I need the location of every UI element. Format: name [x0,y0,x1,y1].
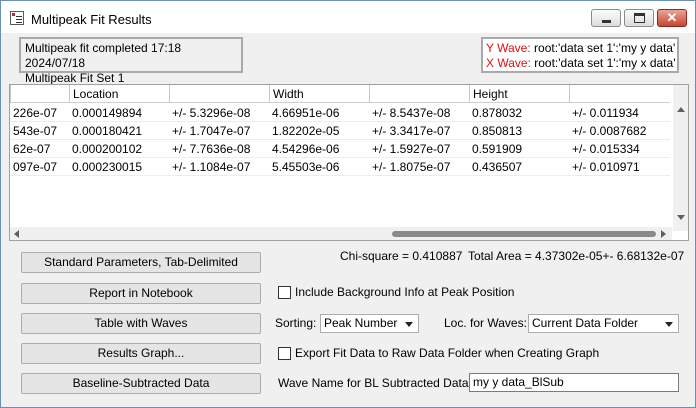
table-cell: +/- 0.011934 [572,106,639,120]
table-cell: +/- 5.3296e-08 [172,106,251,120]
close-button[interactable]: ✕ [657,9,687,27]
table-cell: +/- 8.5437e-08 [372,106,451,120]
table-row[interactable]: 226e-07 0.000149894 +/- 5.3296e-08 4.669… [10,104,670,122]
results-table[interactable]: Location Width Height 226e-07 0.00014989… [9,84,689,241]
column-header[interactable] [10,85,69,103]
table-cell: 62e-07 [13,142,51,156]
table-cell: 0.878032 [472,106,523,120]
table-cell: 4.66951e-06 [272,106,340,120]
table-cell: +/- 0.0087682 [572,124,647,138]
column-header[interactable] [169,85,269,103]
scroll-down-arrow-icon[interactable] [677,215,685,220]
table-cell: 0.000230015 [72,160,143,174]
wave-name-label: Wave Name for BL Subtracted Data: [278,376,472,390]
table-cell: 0.000149894 [72,106,143,120]
loc-for-waves-label: Loc. for Waves: [444,316,527,330]
table-cell: +/- 1.7047e-07 [172,124,251,138]
fit-status-box: Multipeak fit completed 17:18 2024/07/18… [19,37,243,85]
table-app-icon [10,11,24,25]
column-header[interactable] [369,85,469,103]
x-wave-row: X Wave: root:'data set 1':'my x data' [486,56,676,71]
column-header-height[interactable]: Height [469,85,569,103]
y-wave-row: Y Wave: root:'data set 1':'my y data' [486,41,676,56]
wave-name-input[interactable]: my y data_BlSub [469,373,679,392]
y-wave-value: root:'data set 1':'my y data' [534,41,676,55]
title-bar[interactable]: Multipeak Fit Results ✕ [1,1,695,33]
sorting-dropdown[interactable]: Peak Number [320,314,419,333]
table-cell: 0.591909 [472,142,523,156]
column-header[interactable] [569,85,670,103]
table-with-waves-button[interactable]: Table with Waves [21,313,261,334]
sorting-selected-value: Peak Number [324,316,398,330]
table-cell: 0.000200102 [72,142,143,156]
table-header-row: Location Width Height [10,85,670,103]
multipeak-fit-results-window: Multipeak Fit Results ✕ Multipeak fit co… [0,0,696,408]
export-fit-data-checkbox[interactable] [278,347,291,360]
y-wave-label: Y Wave: [486,41,531,55]
table-cell: 0.850813 [472,124,523,138]
include-background-label: Include Background Info at Peak Position [295,285,515,299]
results-graph-button[interactable]: Results Graph... [21,343,261,364]
minimize-button[interactable] [591,9,621,27]
loc-for-waves-selected-value: Current Data Folder [532,316,639,330]
total-area-readout: Total Area = 4.37302e-05+- 6.68132e-07 [468,249,685,263]
scroll-up-arrow-icon[interactable] [677,107,685,112]
chevron-down-icon [665,322,673,327]
standard-parameters-button[interactable]: Standard Parameters, Tab-Delimited [21,252,261,273]
export-fit-data-label: Export Fit Data to Raw Data Folder when … [295,346,600,360]
fit-status-line1: Multipeak fit completed 17:18 2024/07/18 [25,41,182,70]
table-cell: 226e-07 [13,106,58,120]
table-cell: +/- 0.015334 [572,142,640,156]
table-cell: +/- 1.5927e-07 [372,142,451,156]
include-background-checkbox[interactable] [278,286,291,299]
maximize-button[interactable] [624,9,654,27]
x-wave-value: root:'data set 1':'my x data' [534,56,676,70]
maximize-icon [634,13,645,23]
table-horizontal-scrollbar[interactable] [10,227,672,240]
table-cell: +/- 1.8075e-07 [372,160,451,174]
close-icon: ✕ [666,10,678,25]
table-cell: +/- 3.3417e-07 [372,124,451,138]
table-cell: 0.436507 [472,160,523,174]
table-cell: 1.82202e-05 [272,124,340,138]
column-header-location[interactable]: Location [69,85,169,103]
table-cell: 543e-07 [13,124,58,138]
table-cell: +/- 0.010971 [572,160,640,174]
table-cell: 0.000180421 [72,124,143,138]
report-in-notebook-button[interactable]: Report in Notebook [21,283,261,304]
window-title: Multipeak Fit Results [31,12,152,27]
wave-info-box: Y Wave: root:'data set 1':'my y data' X … [481,37,679,73]
table-vertical-scrollbar[interactable] [673,85,688,231]
table-cell: 097e-07 [13,160,58,174]
table-row[interactable]: 543e-07 0.000180421 +/- 1.7047e-07 1.822… [10,122,670,140]
scroll-right-arrow-icon[interactable] [661,230,666,238]
chevron-down-icon [405,322,413,327]
table-cell: 4.54296e-06 [272,142,340,156]
x-wave-label: X Wave: [486,56,531,70]
window-bottom-edge [1,401,695,407]
table-row[interactable]: 097e-07 0.000230015 +/- 1.1084e-07 5.455… [10,158,670,176]
horizontal-scroll-thumb[interactable] [392,231,656,237]
chi-square-readout: Chi-square = 0.410887 [340,249,463,263]
minimize-icon [602,20,611,23]
table-cell: +/- 7.7636e-08 [172,142,251,156]
sorting-label: Sorting: [275,316,317,330]
scroll-left-arrow-icon[interactable] [14,230,19,238]
table-row[interactable]: 62e-07 0.000200102 +/- 7.7636e-08 4.5429… [10,140,670,158]
table-cell: +/- 1.1084e-07 [172,160,251,174]
table-cell: 5.45503e-06 [272,160,340,174]
column-header-width[interactable]: Width [269,85,369,103]
baseline-subtracted-data-button[interactable]: Baseline-Subtracted Data [21,373,261,394]
loc-for-waves-dropdown[interactable]: Current Data Folder [528,314,679,333]
